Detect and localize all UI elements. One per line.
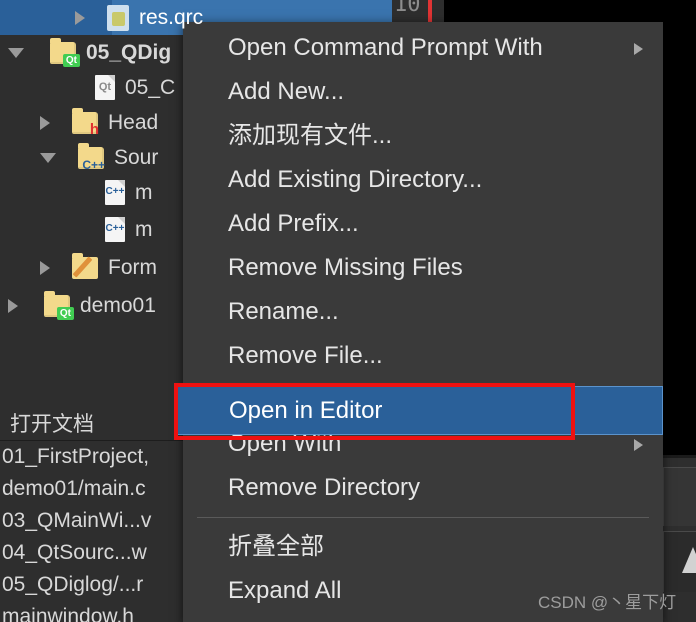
modified-line-marker xyxy=(428,0,432,22)
menu-item-add-new[interactable]: Add New... xyxy=(183,70,663,114)
menu-item-remove-file[interactable]: Remove File... xyxy=(183,334,663,378)
tree-item-label: 05_QDig xyxy=(86,40,172,64)
editor-gutter: 10 xyxy=(392,0,486,22)
menu-item-open-in-editor[interactable]: Open in Editor xyxy=(175,386,663,435)
menu-separator xyxy=(197,517,649,518)
qrc-file-icon xyxy=(107,4,129,31)
h-badge: h xyxy=(89,120,99,138)
tree-item-label: Form xyxy=(108,255,157,279)
cpp-file-icon: C++ xyxy=(105,217,125,242)
menu-item-label: Open in Editor xyxy=(229,397,383,424)
qt-file-label: Qt xyxy=(98,81,112,93)
headers-folder-icon: h xyxy=(72,107,99,137)
tree-item-label: Sour xyxy=(114,145,159,169)
open-documents-title: 打开文档 xyxy=(10,413,94,436)
menu-item-label: Remove File... xyxy=(228,342,383,369)
tool-panel-top[interactable] xyxy=(663,467,696,526)
menu-item-label: Rename... xyxy=(228,298,339,325)
cpp-file-icon: C++ xyxy=(105,180,125,205)
tree-item-label: Head xyxy=(108,110,159,134)
menu-item-label: Add Prefix... xyxy=(228,210,359,237)
menu-item-rename[interactable]: Rename... xyxy=(183,290,663,334)
expand-arrow-icon[interactable] xyxy=(40,115,50,130)
menu-item-label: Add Existing Directory... xyxy=(228,166,483,193)
menu-item-label: 折叠全部 xyxy=(228,533,324,560)
expand-arrow-icon[interactable] xyxy=(8,298,18,313)
chevron-right-icon xyxy=(634,439,643,451)
tree-item-label: m xyxy=(135,180,153,204)
menu-item-remove-directory[interactable]: Remove Directory xyxy=(183,466,663,510)
tree-item-label: demo01 xyxy=(80,293,156,317)
warning-triangle-icon xyxy=(682,547,696,573)
cpp-badge: C++ xyxy=(82,157,105,172)
menu-item-label: Expand All xyxy=(228,577,342,604)
menu-item-label: Add New... xyxy=(228,78,345,105)
editor-background-strip xyxy=(444,0,486,22)
menu-item-add-existing-files[interactable]: 添加现有文件... xyxy=(183,114,663,158)
tree-item-label: m xyxy=(135,217,153,241)
menu-item-remove-missing-files[interactable]: Remove Missing Files xyxy=(183,246,663,290)
forms-folder-icon xyxy=(72,252,98,279)
line-number: 10 xyxy=(394,0,421,17)
menu-item-collapse-all[interactable]: 折叠全部 xyxy=(183,525,663,569)
collapse-arrow-icon[interactable] xyxy=(40,152,56,163)
expand-arrow-icon[interactable] xyxy=(40,260,50,275)
menu-item-label: 添加现有文件... xyxy=(228,122,393,149)
watermark: CSDN @丶星下灯 xyxy=(538,593,677,612)
menu-item-label: Open Command Prompt With xyxy=(228,34,543,61)
qt-project-file-icon: Qt xyxy=(95,75,115,100)
qt-creator-window: <height> > rty ty g>N rty cl t c ert t> … xyxy=(0,0,696,622)
menu-item-add-existing-directory[interactable]: Add Existing Directory... xyxy=(183,158,663,202)
sources-folder-icon: C++ xyxy=(78,142,105,171)
menu-item-label: Remove Directory xyxy=(228,474,421,501)
qt-badge: Qt xyxy=(56,306,74,320)
collapse-arrow-icon[interactable] xyxy=(8,47,24,58)
menu-item-open-command-prompt-with[interactable]: Open Command Prompt With xyxy=(183,26,663,70)
cpp-file-label: C++ xyxy=(105,186,125,197)
context-menu[interactable]: Open Command Prompt With Add New... 添加现有… xyxy=(183,22,663,622)
qt-badge: Qt xyxy=(62,53,80,67)
menu-item-add-prefix[interactable]: Add Prefix... xyxy=(183,202,663,246)
expand-arrow-icon[interactable] xyxy=(75,10,85,25)
qt-folder-icon: Qt xyxy=(44,290,74,320)
qt-folder-icon: Qt xyxy=(50,37,80,67)
menu-item-label: Remove Missing Files xyxy=(228,254,463,281)
tree-item-label: res.qrc xyxy=(139,5,204,29)
tree-item-label: 05_C xyxy=(125,75,176,99)
cpp-file-label: C++ xyxy=(105,223,125,234)
chevron-right-icon xyxy=(634,43,643,55)
